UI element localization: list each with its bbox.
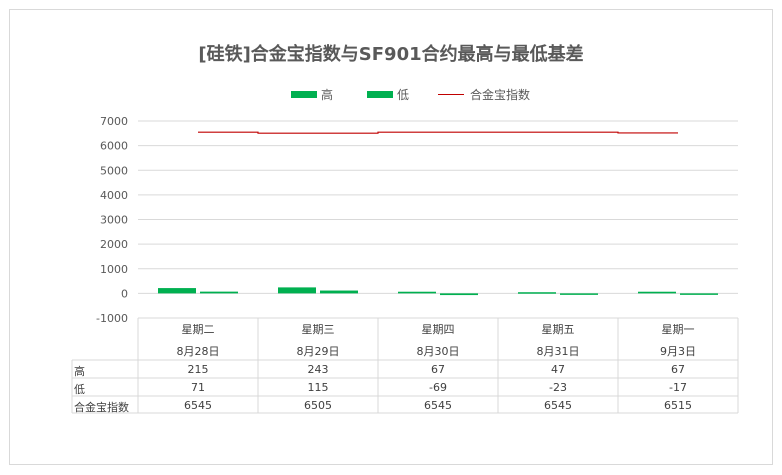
table-value: 6515: [664, 399, 692, 412]
category-label-weekday: 星期二: [181, 323, 215, 336]
table-value: 6545: [184, 399, 212, 412]
table-value: 71: [191, 381, 205, 394]
bar-low: [680, 293, 718, 295]
bar-low: [560, 293, 598, 295]
y-tick-label: -1000: [96, 312, 128, 325]
category-label-date: 8月30日: [416, 345, 460, 358]
table-value: 67: [431, 363, 445, 376]
category-label-date: 8月28日: [176, 345, 220, 358]
category-label-date: 9月3日: [660, 345, 696, 358]
table-value: 6545: [424, 399, 452, 412]
bar-high: [278, 287, 316, 294]
table-value: 6545: [544, 399, 572, 412]
index-line: [198, 131, 678, 134]
category-label-weekday: 星期一: [661, 323, 695, 336]
category-label-weekday: 星期四: [421, 323, 455, 336]
bar-high: [518, 292, 556, 294]
table-value: 243: [307, 363, 329, 376]
category-label-weekday: 星期五: [541, 323, 575, 336]
bar-high: [158, 288, 196, 294]
category-label-date: 8月31日: [536, 345, 580, 358]
table-value: -69: [429, 381, 447, 394]
y-tick-label: 3000: [100, 214, 128, 227]
y-tick-label: 5000: [100, 164, 128, 177]
table-value: -17: [669, 381, 687, 394]
category-label-weekday: 星期三: [301, 323, 335, 336]
table-value: 115: [307, 381, 329, 394]
y-tick-label: 4000: [100, 189, 128, 202]
y-tick-label: 2000: [100, 238, 128, 251]
table-value: 215: [187, 363, 209, 376]
bar-high: [638, 291, 676, 294]
bar-low: [200, 291, 238, 294]
category-label-date: 8月29日: [296, 345, 340, 358]
bar-high: [398, 291, 436, 294]
bar-low: [440, 293, 478, 296]
table-row-label: 高: [74, 365, 85, 378]
table-value: 6505: [304, 399, 332, 412]
table-row-label: 低: [74, 383, 85, 396]
table-row-label: 合金宝指数: [74, 401, 129, 414]
table-value: -23: [549, 381, 567, 394]
y-tick-label: 7000: [100, 115, 128, 128]
y-tick-label: 6000: [100, 140, 128, 153]
table-value: 47: [551, 363, 565, 376]
bar-low: [320, 290, 358, 294]
y-tick-label: 0: [121, 287, 128, 300]
table-value: 67: [671, 363, 685, 376]
y-tick-label: 1000: [100, 263, 128, 276]
